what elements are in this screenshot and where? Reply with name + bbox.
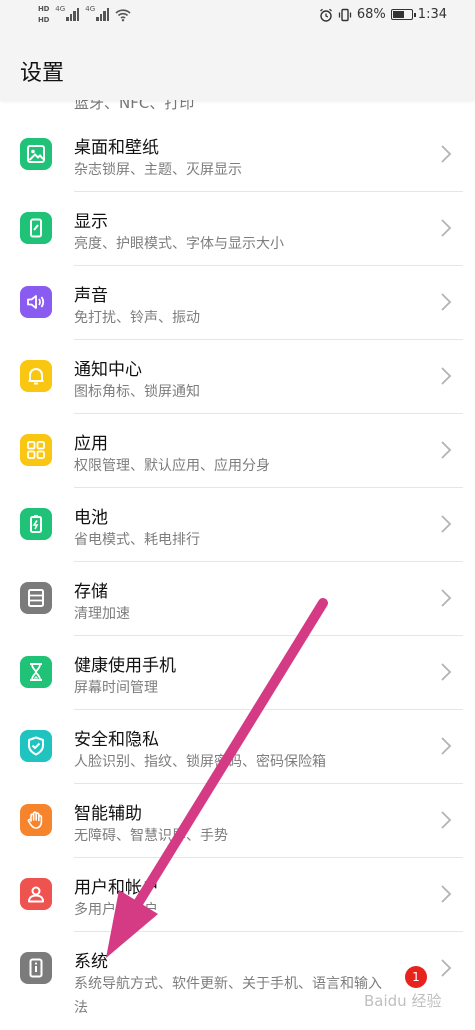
settings-item-subtitle: 免打扰、铃声、振动: [74, 310, 200, 326]
chevron-right-icon: [441, 811, 452, 829]
page-title: 设置: [20, 61, 65, 86]
settings-item-label: 系统: [74, 952, 108, 972]
chevron-right-icon: [441, 441, 452, 459]
signal-bars-2: [96, 8, 110, 21]
bar: [106, 8, 110, 21]
settings-item-subtitle: 多用户、帐户: [74, 902, 158, 918]
signal-icon-sim2: 4G: [85, 5, 110, 21]
bar: [96, 17, 99, 21]
settings-item-subtitle: 清理加速: [74, 606, 130, 622]
settings-item[interactable]: 电池省电模式、耗电排行: [0, 488, 475, 562]
battery-icon: [20, 508, 52, 540]
storage-icon: [20, 582, 52, 614]
network-type-1: 4G: [55, 5, 66, 13]
settings-item[interactable]: 健康使用手机屏幕时间管理: [0, 636, 475, 710]
settings-item[interactable]: 应用权限管理、默认应用、应用分身: [0, 414, 475, 488]
notification-badge: 1: [405, 966, 427, 988]
settings-item-label: 存储: [74, 582, 108, 602]
settings-item[interactable]: 存储 清理加速: [0, 562, 475, 636]
alarm-icon: [319, 8, 332, 22]
speaker-icon: [20, 286, 52, 318]
battery-icon: [390, 9, 416, 20]
chevron-right-icon: [441, 885, 452, 903]
bar: [103, 11, 106, 21]
bar: [99, 14, 103, 21]
hd-badge-1: HD: [38, 5, 50, 13]
status-right: 68% 1:34: [319, 7, 447, 22]
title-bar: 设置: [0, 36, 475, 100]
settings-item-label: 电池: [74, 508, 108, 528]
settings-item-subtitle: 亮度、护眼模式、字体与显示大小: [74, 236, 284, 252]
bar: [69, 14, 73, 21]
settings-item[interactable]: 桌面和壁纸杂志锁屏、主题、灭屏显示: [0, 118, 475, 192]
shield-icon: [20, 730, 52, 762]
bar: [76, 8, 80, 21]
settings-item[interactable]: 智能辅助无障碍、智慧识屏、手势: [0, 784, 475, 858]
system-info-icon: [20, 952, 52, 984]
settings-item[interactable]: 声音免打扰、铃声、振动: [0, 266, 475, 340]
settings-item-subtitle: 人脸识别、指纹、锁屏密码、密码保险箱: [74, 754, 326, 770]
bar: [73, 11, 76, 21]
image-icon: [20, 138, 52, 170]
settings-item-label: 桌面和壁纸: [74, 138, 159, 158]
settings-item-subtitle: 图标角标、锁屏通知: [74, 384, 200, 400]
hd-indicators: HD HD: [38, 5, 49, 24]
settings-item[interactable]: 显示亮度、护眼模式、字体与显示大小: [0, 192, 475, 266]
hd-badge-2: HD: [38, 16, 50, 24]
chevron-right-icon: [441, 367, 452, 385]
wifi-icon: [115, 9, 131, 22]
battery-fill: [392, 11, 405, 18]
settings-item-label: 通知中心: [74, 360, 142, 380]
phone-display-icon: [20, 212, 52, 244]
settings-item-subtitle: 省电模式、耗电排行: [74, 532, 200, 548]
settings-item-label: 智能辅助: [74, 804, 142, 824]
settings-item-label: 安全和隐私: [74, 730, 159, 750]
settings-item-label: 声音: [74, 286, 108, 306]
settings-item-label: 应用: [74, 434, 108, 454]
status-bar: HD HD 4G 4G 68% 1:34: [0, 0, 475, 36]
signal-icon-sim1: 4G: [55, 5, 80, 21]
settings-item-subtitle: 屏幕时间管理: [74, 680, 158, 696]
settings-item-subtitle: 杂志锁屏、主题、灭屏显示: [74, 162, 242, 178]
settings-item[interactable]: 系统系统导航方式、软件更新、关于手机、语言和输入法 1: [0, 932, 475, 1028]
battery-percent: 68%: [356, 7, 386, 22]
bar: [66, 17, 69, 21]
apps-grid-icon: [20, 434, 52, 466]
settings-list: 桌面和壁纸杂志锁屏、主题、灭屏显示显示亮度、护眼模式、字体与显示大小声音免打扰、…: [0, 118, 475, 1028]
bell-icon: [20, 360, 52, 392]
chevron-right-icon: [441, 145, 452, 163]
settings-item-subtitle: 无障碍、智慧识屏、手势: [74, 828, 228, 844]
settings-item-label: 健康使用手机: [74, 656, 176, 676]
hourglass-icon: [20, 656, 52, 688]
chevron-right-icon: [441, 737, 452, 755]
network-type-2: 4G: [85, 5, 96, 13]
status-left: HD HD 4G 4G: [38, 5, 131, 24]
chevron-right-icon: [441, 515, 452, 533]
chevron-right-icon: [441, 293, 452, 311]
settings-item[interactable]: 用户和帐户多用户、帐户: [0, 858, 475, 932]
signal-bars-1: [66, 8, 80, 21]
hand-icon: [20, 804, 52, 836]
chevron-right-icon: [441, 959, 452, 977]
settings-item-subtitle: 系统导航方式、软件更新、关于手机、语言和输入法: [74, 976, 382, 1016]
settings-item-label: 用户和帐户: [74, 878, 159, 898]
chevron-right-icon: [441, 589, 452, 607]
settings-item[interactable]: 通知中心图标角标、锁屏通知: [0, 340, 475, 414]
user-icon: [20, 878, 52, 910]
vibrate-icon: [338, 8, 352, 21]
settings-item-subtitle: 权限管理、默认应用、应用分身: [74, 458, 270, 474]
settings-item[interactable]: 安全和隐私人脸识别、指纹、锁屏密码、密码保险箱: [0, 710, 475, 784]
watermark: Baidu 经验: [364, 992, 442, 1010]
settings-item-label: 显示: [74, 212, 108, 232]
status-time: 1:34: [417, 7, 447, 22]
chevron-right-icon: [441, 663, 452, 681]
chevron-right-icon: [441, 219, 452, 237]
